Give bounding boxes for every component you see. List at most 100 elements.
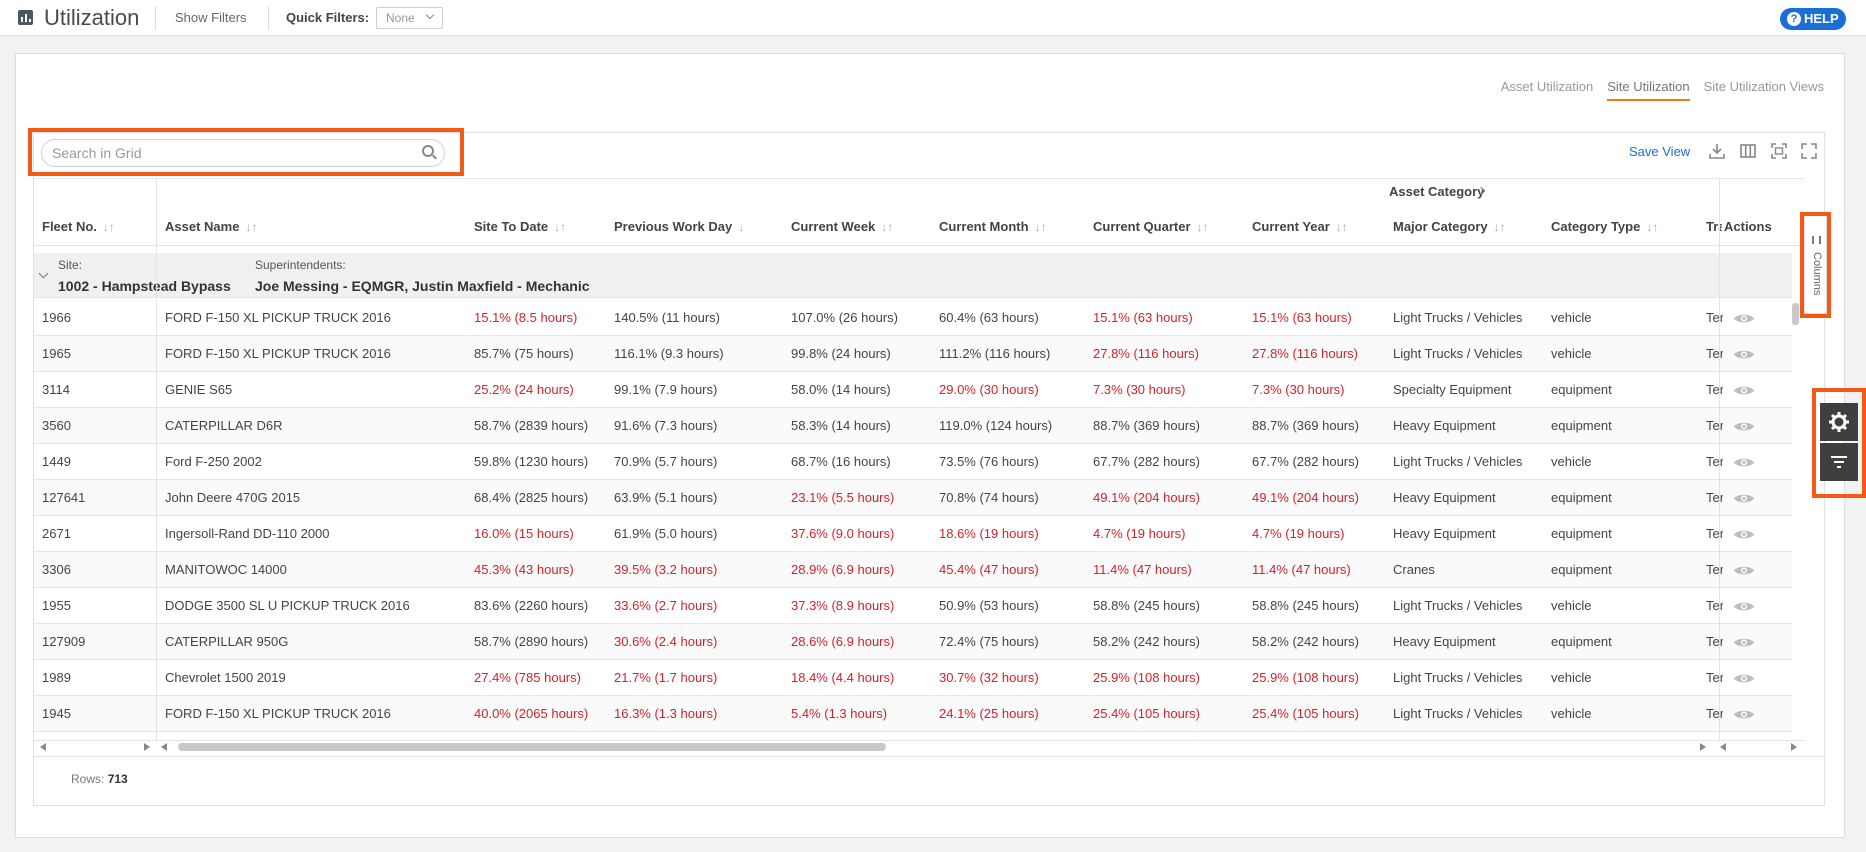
cell-pwd: 70.9% (5.7 hours) <box>614 454 718 469</box>
column-header-label: Current Quarter <box>1093 219 1191 234</box>
footer-divider <box>34 756 1824 757</box>
column-header[interactable]: Category Type ↓↑ <box>1551 219 1658 234</box>
eye-icon[interactable] <box>1733 312 1755 325</box>
superintendents-value: Joe Messing - EQMGR, Justin Maxfield - M… <box>255 278 590 294</box>
cell-name: DODGE 3500 SL U PICKUP TRUCK 2016 <box>165 598 410 613</box>
cell-tra: Ter <box>1706 598 1723 613</box>
eye-icon[interactable] <box>1733 348 1755 361</box>
cell-cw: 37.6% (9.0 hours) <box>791 526 895 541</box>
help-button[interactable]: ? HELP <box>1780 8 1846 30</box>
cell-cy: 49.1% (204 hours) <box>1252 490 1359 505</box>
cell-cw: 37.3% (8.9 hours) <box>791 598 895 613</box>
eye-icon[interactable] <box>1733 456 1755 469</box>
column-header[interactable]: Major Category ↓↑ <box>1393 219 1506 234</box>
column-header[interactable]: Current Month ↓↑ <box>939 219 1047 234</box>
cell-major: Heavy Equipment <box>1393 418 1496 433</box>
cell-fleet: 2671 <box>42 526 71 541</box>
cell-fleet: 127909 <box>42 634 86 649</box>
eye-icon[interactable] <box>1733 672 1755 685</box>
page-title: Utilization <box>44 5 140 30</box>
scroll-left-arrow-icon[interactable] <box>1720 743 1726 751</box>
sort-icon[interactable]: ↓↑ <box>1646 220 1658 234</box>
scroll-left-arrow-icon[interactable] <box>161 743 167 751</box>
sort-icon[interactable]: ↓↑ <box>881 220 893 234</box>
column-header[interactable]: Asset Name ↓↑ <box>165 219 257 234</box>
asset-category-group-label[interactable]: Asset Category <box>1389 184 1484 199</box>
cell-tra: Ter <box>1706 346 1723 361</box>
sort-icon[interactable]: ↓↑ <box>1494 220 1506 234</box>
cell-type: vehicle <box>1551 454 1592 469</box>
sort-icon[interactable]: ↓ <box>738 220 744 234</box>
eye-icon[interactable] <box>1733 708 1755 721</box>
cell-type: equipment <box>1551 562 1612 577</box>
sort-icon[interactable]: ↓↑ <box>554 220 566 234</box>
sort-icon[interactable]: ↓↑ <box>103 220 115 234</box>
cell-cy: 88.7% (369 hours) <box>1252 418 1359 433</box>
scroll-right-arrow-icon[interactable] <box>1700 743 1706 751</box>
cell-cq: 11.4% (47 hours) <box>1093 562 1192 577</box>
table-row[interactable] <box>34 444 1792 480</box>
cell-name: Ford F-250 2002 <box>165 454 262 469</box>
sort-icon[interactable]: ↓↑ <box>1197 220 1209 234</box>
vertical-scroll-thumb[interactable] <box>1792 303 1799 325</box>
cell-cq: 49.1% (204 hours) <box>1093 490 1200 505</box>
table-row[interactable] <box>34 372 1792 408</box>
cell-major: Light Trucks / Vehicles <box>1393 670 1523 685</box>
quick-filters-select[interactable]: None <box>376 7 443 29</box>
show-filters-button[interactable]: Show Filters <box>175 10 247 25</box>
column-header-label: Category Type <box>1551 219 1641 234</box>
column-header-label: Fleet No. <box>42 219 97 234</box>
cell-fleet: 1945 <box>42 706 71 721</box>
eye-icon[interactable] <box>1733 528 1755 541</box>
column-header[interactable]: Site To Date ↓↑ <box>474 219 566 234</box>
cell-major: Heavy Equipment <box>1393 490 1496 505</box>
cell-name: FORD F-150 XL PICKUP TRUCK 2016 <box>165 346 391 361</box>
column-header[interactable]: Previous Work Day ↓ <box>614 219 744 234</box>
table-row[interactable] <box>34 408 1792 444</box>
cell-pwd: 39.5% (3.2 hours) <box>614 562 718 577</box>
eye-icon[interactable] <box>1733 564 1755 577</box>
cell-tra: Ter <box>1706 382 1723 397</box>
column-header[interactable]: Current Year ↓↑ <box>1252 219 1348 234</box>
scroll-right-arrow-icon[interactable] <box>144 743 150 751</box>
save-view-button[interactable]: Save View <box>1629 144 1690 159</box>
table-row[interactable] <box>34 660 1792 696</box>
download-icon[interactable] <box>1708 142 1726 160</box>
cell-cy: 11.4% (47 hours) <box>1252 562 1351 577</box>
table-row[interactable] <box>34 552 1792 588</box>
cell-tra: Ter <box>1706 670 1723 685</box>
sort-icon[interactable]: ↓↑ <box>1336 220 1348 234</box>
cell-cy: 15.1% (63 hours) <box>1252 310 1352 325</box>
tab-site-utilization-views[interactable]: Site Utilization Views <box>1704 79 1824 101</box>
horizontal-scroll-thumb[interactable] <box>178 743 886 751</box>
cell-type: equipment <box>1551 490 1612 505</box>
fit-screen-icon[interactable] <box>1770 142 1788 160</box>
table-row[interactable] <box>34 624 1792 660</box>
column-header[interactable]: Fleet No. ↓↑ <box>42 219 115 234</box>
eye-icon[interactable] <box>1733 492 1755 505</box>
cell-pwd: 16.3% (1.3 hours) <box>614 706 718 721</box>
column-header-label: Previous Work Day <box>614 219 733 234</box>
scroll-right-arrow-icon[interactable] <box>1791 743 1797 751</box>
eye-icon[interactable] <box>1733 636 1755 649</box>
eye-icon[interactable] <box>1733 600 1755 613</box>
column-header[interactable]: Current Week ↓↑ <box>791 219 893 234</box>
column-header[interactable]: Actions <box>1724 219 1772 234</box>
cell-std: 15.1% (8.5 hours) <box>474 310 578 325</box>
cell-name: CATERPILLAR 950G <box>165 634 289 649</box>
cell-tra: Ter <box>1706 418 1723 433</box>
scroll-left-arrow-icon[interactable] <box>40 743 46 751</box>
divider <box>155 6 156 30</box>
fullscreen-icon[interactable] <box>1800 142 1818 160</box>
tab-asset-utilization[interactable]: Asset Utilization <box>1501 79 1593 101</box>
eye-icon[interactable] <box>1733 384 1755 397</box>
sort-icon[interactable]: ↓↑ <box>245 220 257 234</box>
cell-tra: Ter <box>1706 526 1723 541</box>
column-header[interactable]: Current Quarter ↓↑ <box>1093 219 1209 234</box>
eye-icon[interactable] <box>1733 420 1755 433</box>
tab-site-utilization[interactable]: Site Utilization <box>1607 79 1690 101</box>
sort-icon[interactable]: ↓↑ <box>1035 220 1047 234</box>
columns-icon[interactable] <box>1739 142 1757 160</box>
rows-count: 713 <box>107 772 128 786</box>
search-highlight <box>28 128 464 176</box>
